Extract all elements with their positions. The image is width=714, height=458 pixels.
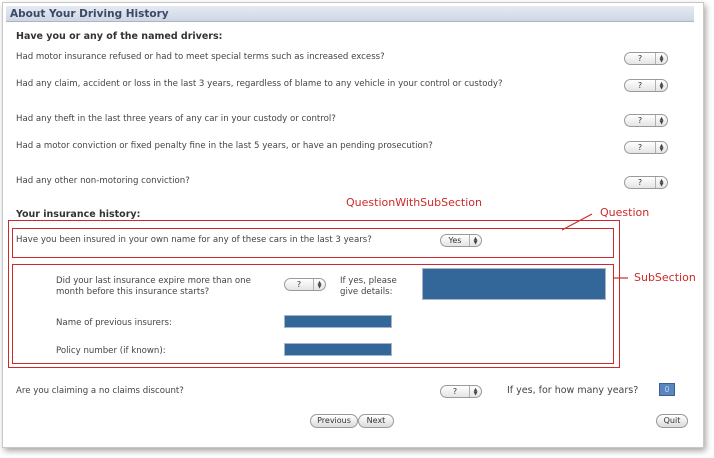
prev-insurers-label: Name of previous insurers: [56, 318, 172, 328]
next-button[interactable]: Next [358, 414, 394, 428]
question-insured: Have you been insured in your own name f… [16, 235, 372, 245]
insured-select[interactable]: Yes ▲ ▼ [440, 234, 482, 247]
expire-select[interactable]: ? ▲ ▼ [284, 278, 326, 291]
details-label-line1: If yes, please [340, 276, 397, 286]
chevron-updown-icon: ▲ ▼ [469, 235, 481, 246]
policy-number-label: Policy number (if known): [56, 346, 166, 356]
ncd-select[interactable]: ? ▲ ▼ [440, 385, 482, 398]
ncd-years-label: If yes, for how many years? [507, 385, 639, 396]
details-label-line2: give details: [340, 287, 393, 297]
expire-question-line1: Did your last insurance expire more than… [56, 276, 251, 286]
chevron-updown-icon: ▲ ▼ [469, 386, 481, 397]
ncd-years-input[interactable]: 0 [659, 383, 675, 396]
quit-button[interactable]: Quit [656, 414, 688, 428]
previous-button[interactable]: Previous [310, 414, 358, 428]
prev-insurers-input[interactable] [284, 315, 392, 328]
policy-number-input[interactable] [284, 343, 392, 356]
chevron-updown-icon: ▲ ▼ [313, 279, 325, 290]
expire-question-line2: month before this insurance starts? [56, 287, 210, 297]
details-textarea[interactable] [422, 268, 606, 300]
question-ncd: Are you claiming a no claims discount? [16, 386, 184, 396]
